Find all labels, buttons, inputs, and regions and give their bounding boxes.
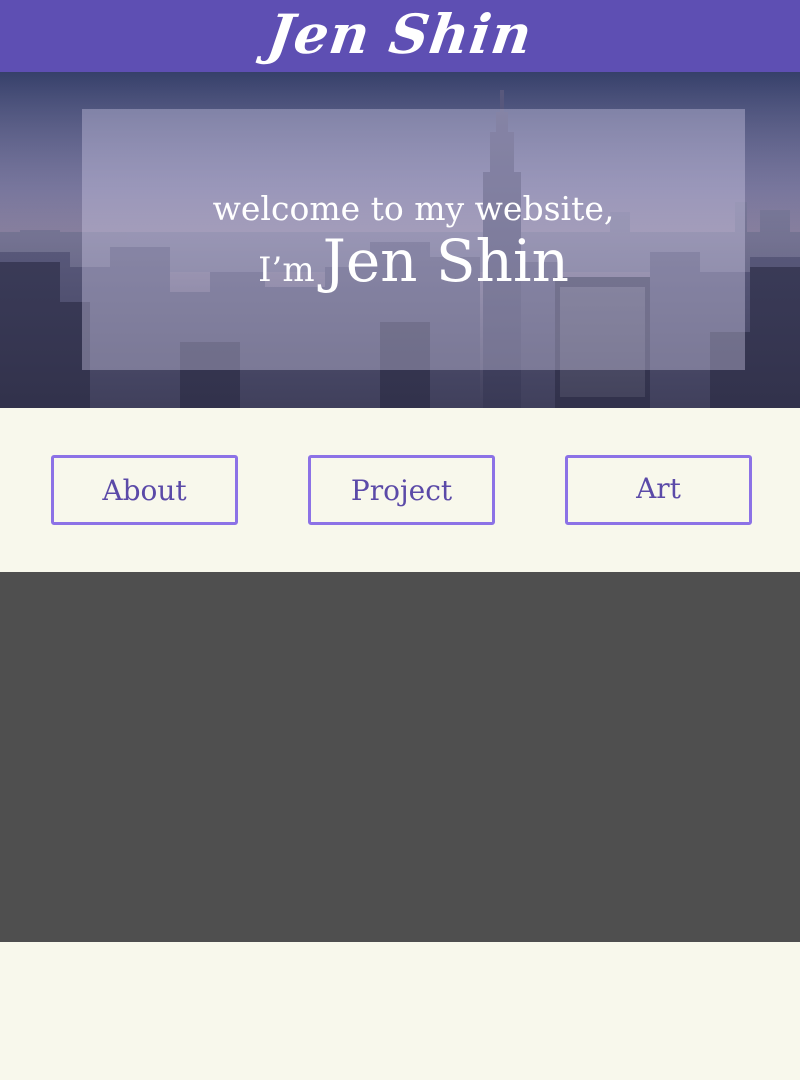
hero-banner: welcome to my website, I’m Jen Shin: [0, 72, 800, 408]
welcome-text: welcome to my website,: [212, 189, 615, 229]
art-button[interactable]: Art: [565, 455, 752, 525]
hero-name: Jen Shin: [322, 226, 569, 295]
intro-prefix: I’m: [258, 249, 315, 290]
site-logo[interactable]: Jen Shin: [264, 2, 537, 66]
content-section: [0, 572, 800, 942]
about-button[interactable]: About: [51, 455, 238, 525]
section-nav: About Project Art: [0, 408, 800, 572]
intro-line: I’m Jen Shin: [258, 226, 569, 295]
site-header: Jen Shin: [0, 0, 800, 72]
footer-area: [0, 942, 800, 1080]
project-button[interactable]: Project: [308, 455, 495, 525]
hero-welcome-card: welcome to my website, I’m Jen Shin: [82, 109, 745, 370]
